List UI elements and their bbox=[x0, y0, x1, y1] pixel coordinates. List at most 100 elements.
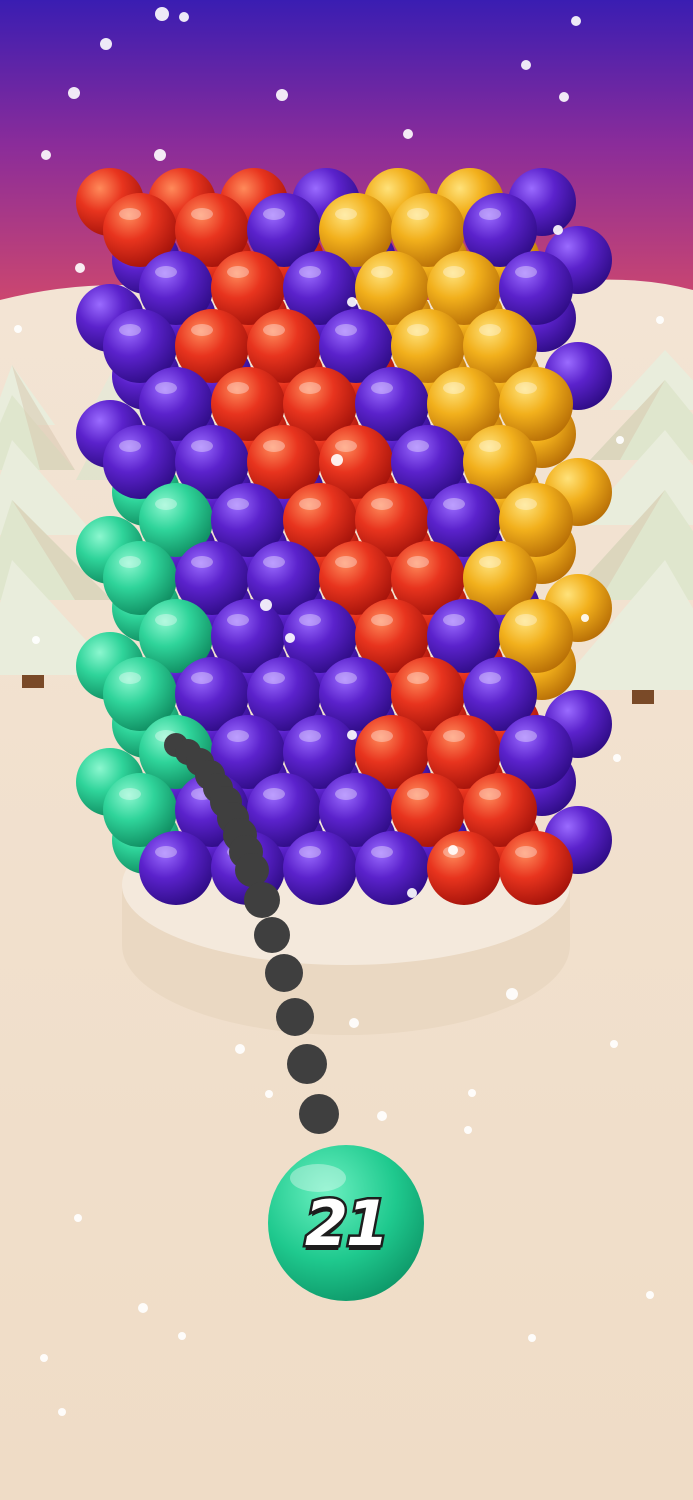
ball-highlight bbox=[299, 614, 321, 626]
ball-highlight bbox=[155, 382, 177, 394]
tower-ball-purple bbox=[283, 831, 357, 905]
ball-highlight bbox=[407, 672, 429, 684]
ball-highlight bbox=[407, 440, 429, 452]
ball-highlight bbox=[515, 382, 537, 394]
snowflake-dot bbox=[235, 1044, 245, 1054]
tower-ball-purple bbox=[139, 831, 213, 905]
snowflake-dot bbox=[377, 1111, 387, 1121]
ball-highlight bbox=[371, 846, 393, 858]
ball-highlight bbox=[299, 846, 321, 858]
snowflake-dot bbox=[155, 7, 169, 21]
ball-highlight bbox=[191, 324, 213, 336]
snowflake-dot bbox=[179, 12, 189, 22]
ball-highlight bbox=[191, 672, 213, 684]
snowflake-dot bbox=[646, 1291, 654, 1299]
ball-highlight bbox=[515, 846, 537, 858]
tower-ball-red bbox=[499, 831, 573, 905]
ball-highlight bbox=[263, 672, 285, 684]
snowflake-dot bbox=[138, 1303, 148, 1313]
ball-highlight bbox=[479, 788, 501, 800]
snowflake-dot bbox=[448, 845, 458, 855]
snowflake-dot bbox=[656, 316, 664, 324]
ball-highlight bbox=[227, 498, 249, 510]
snowflake-dot bbox=[74, 1214, 82, 1222]
ball-highlight bbox=[515, 498, 537, 510]
ball-highlight bbox=[119, 788, 141, 800]
snowflake-dot bbox=[14, 325, 22, 333]
ball-highlight bbox=[119, 556, 141, 568]
snowflake-dot bbox=[571, 16, 581, 26]
tower-ball-purple bbox=[355, 831, 429, 905]
snowflake-dot bbox=[464, 1126, 472, 1134]
ball-highlight bbox=[227, 730, 249, 742]
snowflake-dot bbox=[349, 1018, 359, 1028]
snowflake-dot bbox=[58, 1408, 66, 1416]
snowflake-dot bbox=[559, 92, 569, 102]
tower-ball-red bbox=[427, 831, 501, 905]
aim-dot bbox=[299, 1094, 339, 1134]
snowflake-dot bbox=[506, 988, 518, 1000]
ball-highlight bbox=[443, 498, 465, 510]
snowflake-dot bbox=[616, 436, 624, 444]
snowflake-dot bbox=[581, 614, 589, 622]
ball-highlight bbox=[155, 846, 177, 858]
snowflake-dot bbox=[68, 87, 80, 99]
ball-highlight bbox=[479, 556, 501, 568]
ball-highlight bbox=[263, 556, 285, 568]
snowflake-dot bbox=[403, 129, 413, 139]
ball-highlight bbox=[443, 266, 465, 278]
ball-highlight bbox=[191, 208, 213, 220]
aim-dot bbox=[235, 853, 269, 887]
ball-highlight bbox=[119, 324, 141, 336]
ball-highlight bbox=[443, 614, 465, 626]
ball-highlight bbox=[479, 208, 501, 220]
ball-highlight bbox=[227, 382, 249, 394]
ball-highlight bbox=[479, 440, 501, 452]
ball-highlight bbox=[479, 324, 501, 336]
ball-highlight bbox=[119, 208, 141, 220]
ball-highlight bbox=[299, 382, 321, 394]
snowflake-dot bbox=[260, 599, 272, 611]
snowflake-dot bbox=[276, 89, 288, 101]
snowflake-dot bbox=[553, 225, 563, 235]
aim-dot bbox=[244, 882, 280, 918]
ball-highlight bbox=[335, 324, 357, 336]
ball-highlight bbox=[407, 208, 429, 220]
ball-highlight bbox=[443, 382, 465, 394]
snowflake-dot bbox=[521, 60, 531, 70]
snowflake-dot bbox=[610, 1040, 618, 1048]
aim-dot bbox=[254, 917, 290, 953]
snowflake-dot bbox=[100, 38, 112, 50]
snowflake-dot bbox=[265, 1090, 273, 1098]
ball-highlight bbox=[299, 498, 321, 510]
aim-dot bbox=[265, 954, 303, 992]
snowflake-dot bbox=[75, 263, 85, 273]
ball-highlight bbox=[227, 266, 249, 278]
ball-highlight bbox=[119, 440, 141, 452]
ball-highlight bbox=[263, 208, 285, 220]
ball-highlight bbox=[371, 730, 393, 742]
ball-highlight bbox=[155, 614, 177, 626]
snowflake-dot bbox=[178, 1332, 186, 1340]
ball-highlight bbox=[299, 730, 321, 742]
snowflake-dot bbox=[40, 1354, 48, 1362]
snowflake-dot bbox=[41, 150, 51, 160]
ball-highlight bbox=[155, 498, 177, 510]
ball-highlight bbox=[227, 614, 249, 626]
ball-highlight bbox=[335, 788, 357, 800]
ball-highlight bbox=[335, 556, 357, 568]
shooter-ball-button[interactable]: 21 bbox=[268, 1145, 424, 1301]
ball-highlight bbox=[263, 440, 285, 452]
snowflake-dot bbox=[407, 888, 417, 898]
ball-highlight bbox=[335, 208, 357, 220]
snowflake-dot bbox=[285, 633, 295, 643]
snowflake-dot bbox=[331, 454, 343, 466]
ball-highlight bbox=[155, 266, 177, 278]
aim-dot bbox=[287, 1044, 327, 1084]
ball-highlight bbox=[263, 788, 285, 800]
ball-highlight bbox=[407, 324, 429, 336]
snowflake-dot bbox=[347, 297, 357, 307]
ball-highlight bbox=[443, 730, 465, 742]
ball-highlight bbox=[371, 614, 393, 626]
ball-highlight bbox=[407, 556, 429, 568]
